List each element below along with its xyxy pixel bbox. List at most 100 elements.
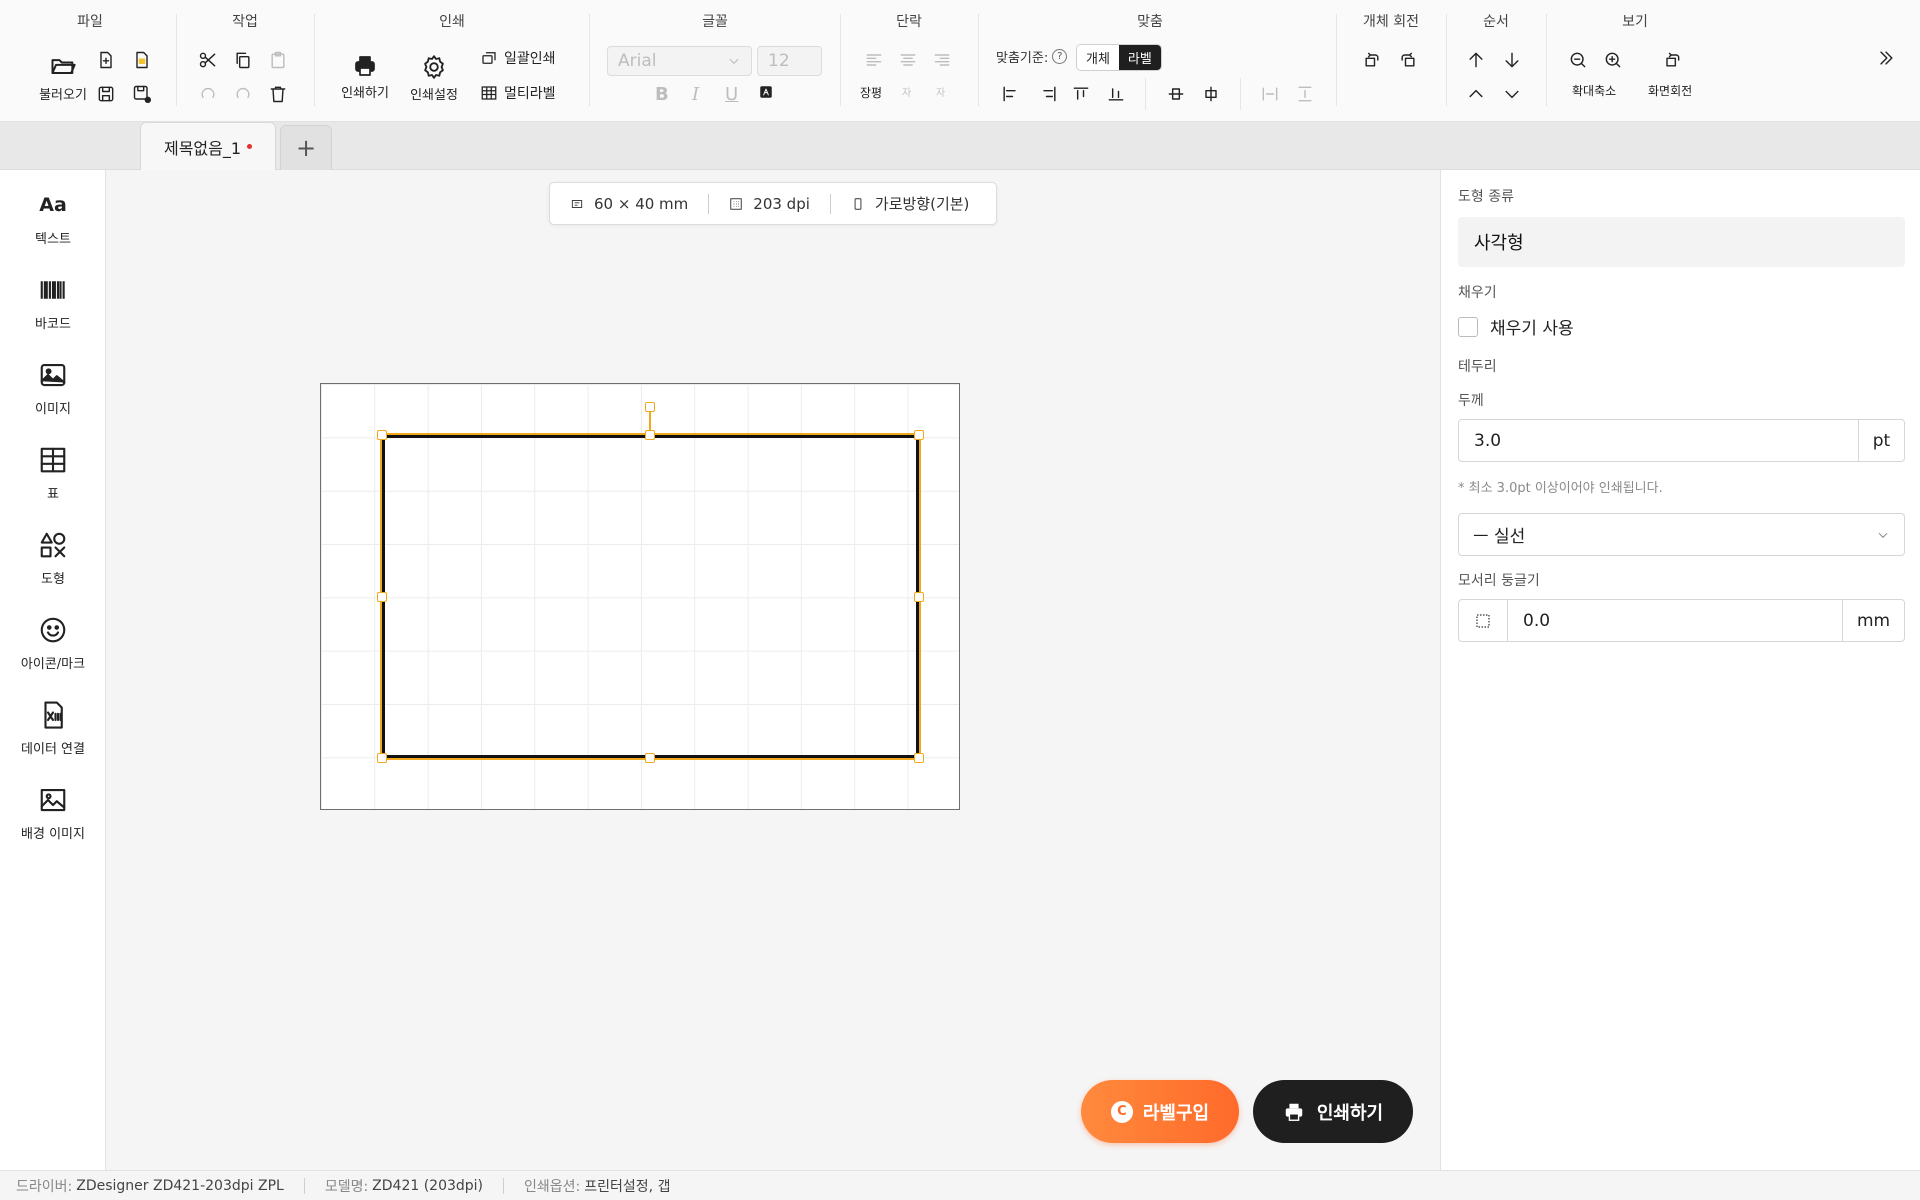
sidebar-item-image[interactable]: 이미지: [0, 360, 106, 417]
selected-rectangle-shape[interactable]: [380, 433, 921, 760]
paste-button[interactable]: [264, 46, 292, 74]
align-obj-bottom-button[interactable]: [1102, 80, 1130, 108]
buy-labels-button[interactable]: C 라벨구입: [1081, 1080, 1239, 1143]
delete-button[interactable]: [264, 80, 292, 108]
align-left-button[interactable]: [860, 46, 888, 74]
add-tab-button[interactable]: +: [280, 125, 332, 170]
sidebar-item-table[interactable]: 표: [0, 445, 106, 502]
char-width-button[interactable]: 장평: [860, 84, 882, 101]
ribbon-expand-button[interactable]: [1872, 44, 1900, 72]
thickness-input[interactable]: 3.0 pt: [1458, 419, 1905, 462]
dpi-info[interactable]: 203 dpi: [708, 193, 830, 214]
char-spacing-button[interactable]: 자: [902, 84, 911, 99]
zoom-in-button[interactable]: [1599, 46, 1627, 74]
thickness-label: 두께: [1458, 393, 1484, 409]
group-rotate: 개체 회전: [1338, 0, 1444, 122]
copy-button[interactable]: [229, 46, 257, 74]
label-size-info[interactable]: 60 × 40 mm: [550, 194, 708, 214]
dpi-icon: [730, 197, 742, 210]
distribute-horizontal-button[interactable]: [1256, 80, 1284, 108]
align-center-button[interactable]: [894, 46, 922, 74]
print-button[interactable]: 인쇄하기: [330, 54, 400, 101]
resize-handle-w[interactable]: [377, 592, 387, 602]
group-paragraph: 단락 장평 자 자: [842, 0, 976, 122]
distribute-vertical-button[interactable]: [1291, 80, 1319, 108]
resize-handle-s[interactable]: [645, 753, 655, 763]
resize-handle-sw[interactable]: [377, 753, 387, 763]
resize-handle-e[interactable]: [914, 592, 924, 602]
text-color-button[interactable]: [752, 78, 780, 106]
print-settings-button[interactable]: 인쇄설정: [402, 54, 466, 103]
bold-button[interactable]: B: [655, 84, 669, 105]
rotation-handle[interactable]: [645, 402, 655, 412]
sidebar-item-shape[interactable]: 도형: [0, 530, 106, 587]
align-obj-left-button[interactable]: [996, 80, 1024, 108]
open-button[interactable]: 불러오기: [23, 52, 103, 103]
resize-handle-se[interactable]: [914, 753, 924, 763]
italic-button[interactable]: I: [692, 84, 699, 105]
orientation-info[interactable]: 가로방향(기본): [829, 193, 990, 214]
save-icon: [98, 86, 114, 102]
align-obj-top-button[interactable]: [1067, 80, 1095, 108]
align-obj-right-button[interactable]: [1035, 80, 1063, 108]
resize-handle-nw[interactable]: [377, 430, 387, 440]
undo-icon: [201, 87, 215, 99]
tab-document[interactable]: 제목없음_1: [140, 122, 276, 170]
line-spacing-button[interactable]: 자: [936, 84, 945, 99]
align-ref-object[interactable]: 개체: [1077, 45, 1119, 70]
resize-handle-n[interactable]: [645, 430, 655, 440]
send-to-back-button[interactable]: [1498, 80, 1526, 108]
rotate-right-icon: [1401, 52, 1415, 67]
bring-to-front-button[interactable]: [1462, 80, 1490, 108]
line-style-select[interactable]: ㅡ 실선: [1458, 513, 1905, 556]
fill-checkbox[interactable]: [1458, 316, 1478, 337]
underline-button[interactable]: U: [725, 84, 738, 105]
save-as-button[interactable]: [128, 80, 156, 108]
table-icon: [40, 447, 66, 473]
status-print-option: 인쇄옵션: 프린터설정, 갭: [524, 1178, 671, 1195]
screen-rotate-label: 화면회전: [1648, 84, 1693, 98]
sidebar-item-text[interactable]: Aa 텍스트: [0, 190, 106, 247]
sidebar-item-background-image[interactable]: 배경 이미지: [0, 785, 106, 842]
align-obj-top-icon: [1073, 87, 1089, 100]
screen-rotate-button[interactable]: [1658, 46, 1686, 74]
sidebar-item-data-link[interactable]: 데이터 연결: [0, 700, 106, 757]
batch-print-button[interactable]: 일괄인쇄: [480, 48, 556, 68]
cut-button[interactable]: [194, 46, 222, 74]
center-vertical-button[interactable]: [1162, 80, 1190, 108]
font-size-select[interactable]: 12: [757, 46, 822, 76]
group-edit: 작업: [178, 0, 312, 122]
separator: [314, 14, 315, 106]
align-left-icon: [866, 54, 882, 66]
multi-label-button[interactable]: 멀티라벨: [480, 83, 556, 103]
resize-handle-ne[interactable]: [914, 430, 924, 440]
save-button[interactable]: [92, 80, 120, 108]
shapes-icon: [40, 532, 66, 558]
corner-radius-icon: [1459, 600, 1508, 641]
sidebar-item-barcode[interactable]: 바코드: [0, 275, 106, 332]
align-ref-label[interactable]: 라벨: [1118, 45, 1161, 70]
sidebar-item-icon-mark[interactable]: 아이콘/마크: [0, 615, 106, 672]
print-now-button[interactable]: 인쇄하기: [1253, 1080, 1413, 1143]
undo-button[interactable]: [194, 80, 222, 108]
zoom-out-button[interactable]: [1564, 46, 1592, 74]
rotate-right-button[interactable]: [1394, 46, 1422, 74]
align-center-icon: [900, 54, 916, 66]
fill-checkbox-row[interactable]: 채우기 사용: [1458, 314, 1574, 339]
status-driver: 드라이버: ZDesigner ZD421-203dpi ZPL: [16, 1177, 305, 1195]
font-family-select[interactable]: Arial: [607, 46, 752, 76]
group-view: 보기 확대축소 화면회전: [1548, 0, 1722, 122]
bring-forward-button[interactable]: [1462, 46, 1490, 74]
new-template-button[interactable]: [128, 46, 156, 74]
help-icon[interactable]: ?: [1052, 49, 1068, 64]
separator: [589, 14, 590, 106]
center-horizontal-button[interactable]: [1197, 80, 1225, 108]
new-file-button[interactable]: [92, 46, 120, 74]
corner-radius-input[interactable]: 0.0 mm: [1458, 599, 1905, 642]
rotate-left-button[interactable]: [1358, 46, 1386, 74]
zoom-label: 확대축소: [1572, 84, 1617, 98]
send-backward-button[interactable]: [1498, 46, 1526, 74]
redo-button[interactable]: [229, 80, 257, 108]
separator: [176, 14, 177, 106]
align-right-button[interactable]: [928, 46, 956, 74]
